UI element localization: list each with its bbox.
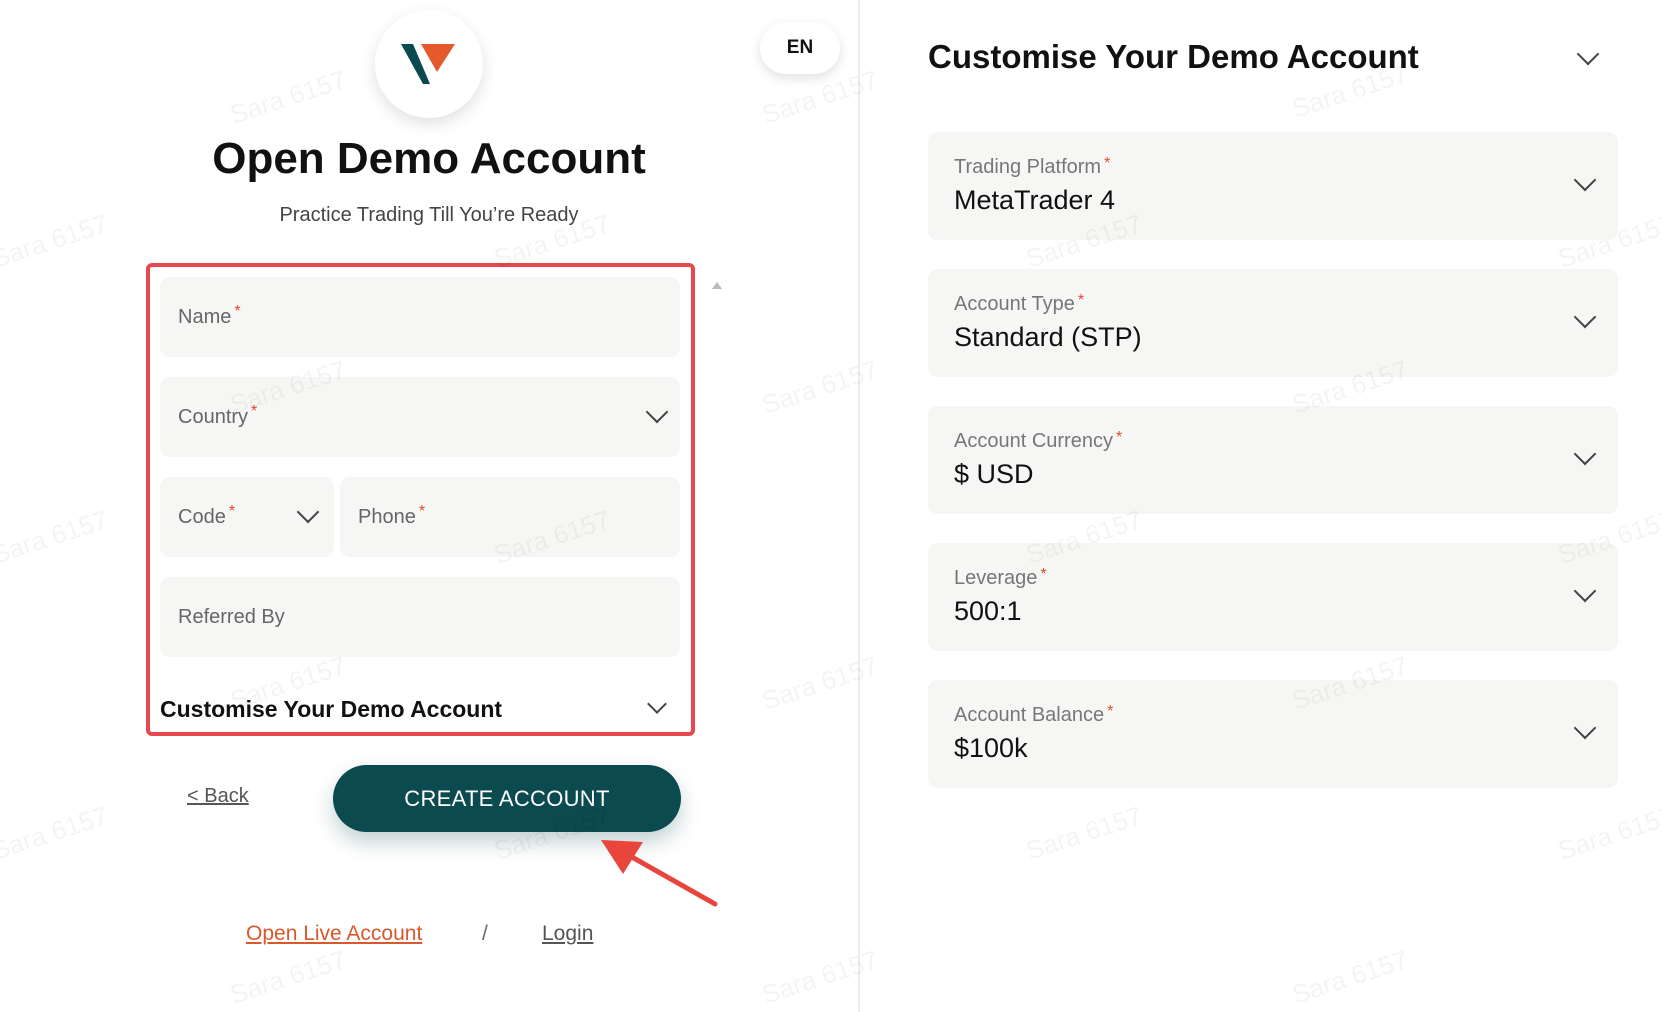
collapse-chevron-icon[interactable] [1576,42,1600,66]
account-form: Name * Country * Code * Phone * Referred By … [146,263,695,736]
account-balance-label-text: Account Balance [954,704,1105,726]
login-link[interactable]: Login [542,922,593,946]
referred-by-input[interactable]: Referred By [160,577,680,657]
open-live-account-link[interactable]: Open Live Account [246,922,422,946]
create-account-button[interactable]: CREATE ACCOUNT [333,765,681,832]
brand-logo-icon [401,44,455,84]
name-input[interactable]: Name * [160,277,680,357]
required-mark: * [251,403,258,420]
country-code-select[interactable]: Code * [160,477,334,557]
referred-by-label: Referred By [178,605,285,628]
annotation-arrow-icon [601,840,718,907]
customise-panel: Customise Your Demo Account Trading Plat… [860,0,1662,1012]
country-select[interactable]: Country * [160,377,680,457]
customise-panel-title: Customise Your Demo Account [928,38,1419,75]
chevron-down-icon [1573,168,1597,192]
required-mark: * [1115,429,1123,446]
required-mark: * [1040,566,1047,583]
leverage-label: Leverage * [954,566,1047,590]
trading-platform-select[interactable]: Trading Platform * MetaTrader 4 [928,132,1618,240]
required-mark: * [418,503,426,520]
brand-logo[interactable] [375,10,483,118]
required-mark: * [1107,703,1114,720]
required-mark: * [234,303,241,320]
back-link[interactable]: < Back [187,785,249,808]
chevron-down-icon [1573,579,1597,603]
phone-label: Phone [358,505,416,528]
account-currency-label-text: Account Currency [954,430,1113,452]
account-balance-label: Account Balance * [954,703,1114,727]
account-balance-select[interactable]: Account Balance * $100k [928,680,1618,788]
account-currency-value: $ USD [954,459,1034,489]
account-type-label-text: Account Type [954,293,1075,315]
scroll-up-arrow-icon[interactable] [712,282,722,289]
chevron-down-icon [1573,305,1597,329]
account-currency-label: Account Currency * [954,429,1123,453]
required-mark: * [1077,292,1085,309]
leverage-value: 500:1 [954,596,1022,626]
account-type-label: Account Type * [954,292,1085,316]
customise-demo-toggle[interactable]: Customise Your Demo Account [160,691,680,727]
name-label: Name [178,305,232,328]
language-selector[interactable]: EN [760,22,840,74]
page-subtitle: Practice Trading Till You’re Ready [279,204,579,226]
chevron-down-icon [296,500,320,524]
account-balance-value: $100k [954,733,1028,763]
required-mark: * [1104,155,1111,172]
account-type-value: Standard (STP) [954,322,1142,352]
page-title: Open Demo Account [212,134,646,183]
chevron-down-icon [645,400,669,424]
phone-input[interactable]: Phone * [340,477,680,557]
link-separator: / [482,922,488,945]
chevron-down-icon [1573,716,1597,740]
account-type-select[interactable]: Account Type * Standard (STP) [928,269,1618,377]
trading-platform-value: MetaTrader 4 [954,185,1116,215]
chevron-down-icon [647,694,667,714]
account-currency-select[interactable]: Account Currency * $ USD [928,406,1618,514]
country-label: Country [178,405,249,428]
leverage-select[interactable]: Leverage * 500:1 [928,543,1618,651]
trading-platform-label-text: Trading Platform [954,156,1102,178]
trading-platform-label: Trading Platform * [954,155,1111,179]
customise-demo-label: Customise Your Demo Account [160,695,503,722]
signup-panel: EN Open Demo Account Practice Trading Ti… [0,0,858,1012]
chevron-down-icon [1573,442,1597,466]
code-label: Code [178,505,226,528]
required-mark: * [228,503,236,520]
leverage-label-text: Leverage [954,567,1038,589]
